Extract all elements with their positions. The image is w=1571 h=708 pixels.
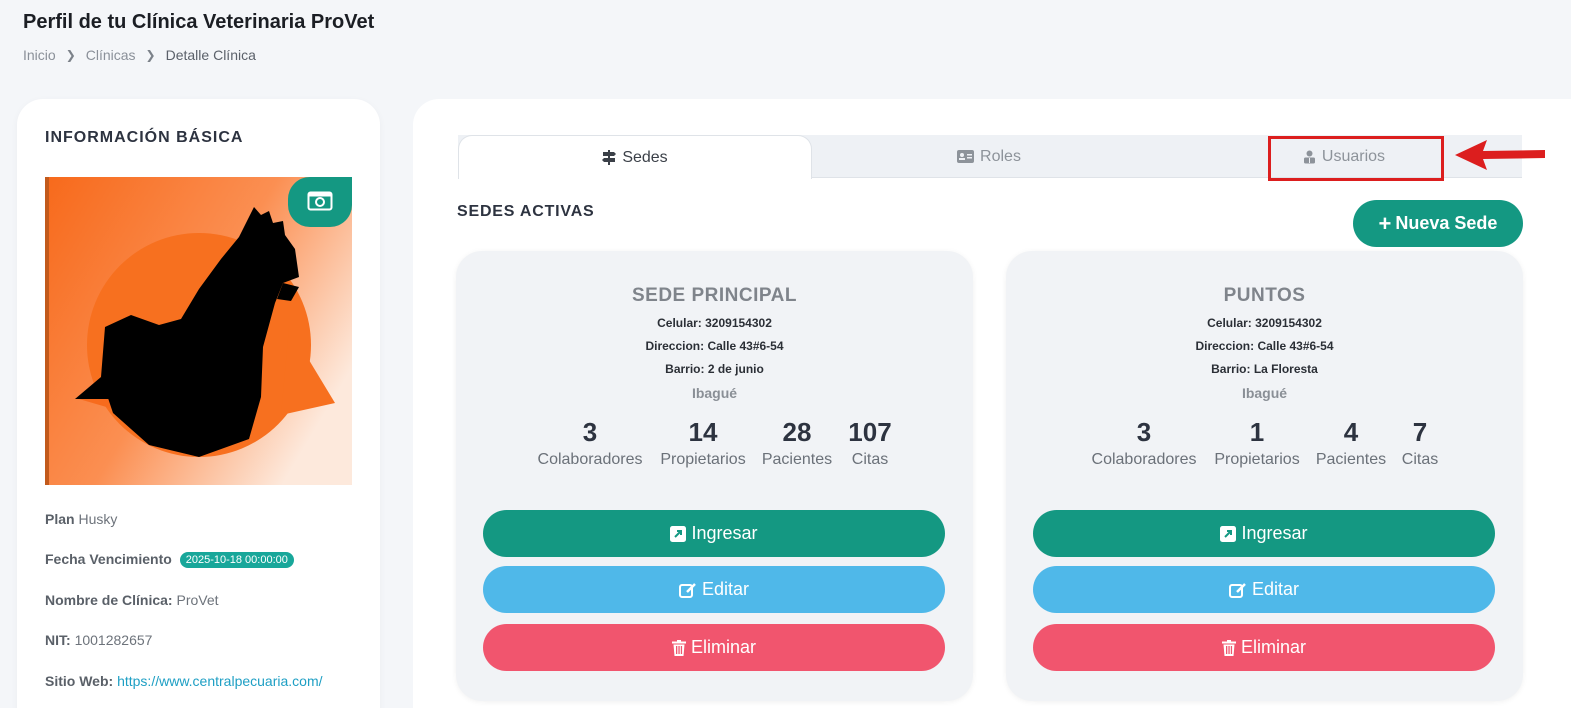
- new-sede-label: Nueva Sede: [1395, 213, 1498, 233]
- page-title: Perfil de tu Clínica Veterinaria ProVet: [23, 11, 375, 33]
- stat-value: 4: [1343, 417, 1359, 447]
- sede-phone: Celular: 3209154302: [1207, 316, 1322, 330]
- enter-button[interactable]: Ingresar: [483, 510, 945, 557]
- stat-value: 1: [1249, 417, 1265, 447]
- enter-label: Ingresar: [1241, 523, 1308, 543]
- plan-label: Plan: [45, 511, 75, 527]
- sede-neighborhood: Barrio: La Floresta: [1211, 362, 1318, 376]
- stat-label: Citas: [1401, 451, 1439, 468]
- enter-button[interactable]: Ingresar: [1033, 510, 1495, 557]
- trash-icon: [1221, 639, 1236, 656]
- stat-appointments: 107 Citas: [842, 417, 898, 469]
- tab-roles[interactable]: Roles: [812, 135, 1166, 178]
- signpost-icon: [602, 150, 617, 165]
- stat-label: Citas: [851, 451, 889, 468]
- stat-patients: 28 Pacientes: [759, 417, 835, 469]
- sede-card: PUNTOS Celular: 3209154302 Direccion: Ca…: [1006, 251, 1523, 701]
- clinic-name-info: Nombre de Clínica: ProVet: [45, 592, 219, 608]
- edit-icon: [678, 582, 697, 598]
- camera-icon: [307, 189, 333, 216]
- stat-label: Pacientes: [761, 451, 833, 468]
- highlight-box: [1268, 136, 1444, 181]
- arrow-left-icon: [1455, 138, 1547, 177]
- sede-name: SEDE PRINCIPAL: [631, 285, 797, 306]
- edit-button[interactable]: Editar: [1033, 566, 1495, 613]
- website-label: Sitio Web:: [45, 673, 114, 689]
- plan-info: Plan Husky: [45, 511, 117, 527]
- plus-icon: +: [1378, 210, 1392, 236]
- stat-label: Propietarios: [1214, 451, 1300, 468]
- website-link[interactable]: https://www.centralpecuaria.com/: [117, 673, 322, 689]
- sede-city: Ibagué: [1241, 385, 1288, 401]
- breadcrumb-clinics[interactable]: Clínicas: [86, 47, 136, 63]
- edit-label: Editar: [1251, 579, 1300, 599]
- website-info: Sitio Web: https://www.centralpecuaria.c…: [45, 673, 323, 689]
- stat-patients: 4 Pacientes: [1313, 417, 1389, 469]
- enter-label: Ingresar: [691, 523, 758, 543]
- stat-collaborators: 3 Colaboradores: [534, 417, 646, 469]
- basic-info-card: INFORMACIÓN BÁSICA Plan Husky Fecha Venc…: [17, 99, 380, 708]
- stat-label: Colaboradores: [537, 451, 643, 468]
- tab-sedes[interactable]: Sedes: [458, 135, 812, 179]
- sede-phone: Celular: 3209154302: [657, 316, 772, 330]
- change-photo-button[interactable]: [288, 177, 352, 227]
- delete-label: Eliminar: [690, 637, 756, 657]
- delete-button[interactable]: Eliminar: [483, 624, 945, 671]
- sede-address: Direccion: Calle 43#6-54: [645, 339, 784, 353]
- stat-appointments: 7 Citas: [1394, 417, 1446, 469]
- plan-value: Husky: [78, 511, 118, 527]
- new-sede-button[interactable]: + Nueva Sede: [1353, 200, 1523, 247]
- clinic-name-label: Nombre de Clínica:: [45, 592, 173, 608]
- basic-info-heading: INFORMACIÓN BÁSICA: [45, 129, 244, 146]
- stat-label: Pacientes: [1315, 451, 1387, 468]
- expiry-info: Fecha Vencimiento 2025-10-18 00:00:00: [45, 551, 294, 568]
- chevron-right-icon: ❯: [145, 48, 156, 62]
- sede-address: Direccion: Calle 43#6-54: [1195, 339, 1334, 353]
- expiry-badge: 2025-10-18 00:00:00: [179, 552, 294, 568]
- stat-value: 107: [848, 417, 892, 447]
- nit-value: 1001282657: [74, 632, 153, 648]
- stat-value: 3: [582, 417, 598, 447]
- breadcrumb-home[interactable]: Inicio: [23, 47, 56, 63]
- id-card-icon: [957, 150, 975, 163]
- stat-value: 14: [688, 417, 718, 447]
- tab-sedes-label: Sedes: [622, 148, 668, 166]
- sede-city: Ibagué: [691, 385, 738, 401]
- stat-label: Colaboradores: [1091, 451, 1197, 468]
- sede-card: SEDE PRINCIPAL Celular: 3209154302 Direc…: [456, 251, 973, 701]
- stat-label: Propietarios: [660, 451, 746, 468]
- stat-owners: 14 Propietarios: [656, 417, 750, 469]
- stat-value: 7: [1412, 417, 1428, 447]
- trash-icon: [671, 639, 686, 656]
- tab-roles-label: Roles: [980, 147, 1021, 165]
- section-title: SEDES ACTIVAS: [457, 203, 595, 220]
- external-link-icon: [1220, 525, 1237, 542]
- stat-collaborators: 3 Colaboradores: [1088, 417, 1200, 469]
- stat-value: 3: [1136, 417, 1152, 447]
- external-link-icon: [670, 525, 687, 542]
- clinic-name-value: ProVet: [176, 592, 219, 608]
- edit-icon: [1228, 582, 1247, 598]
- chevron-right-icon: ❯: [65, 48, 76, 62]
- nit-label: NIT:: [45, 632, 71, 648]
- delete-button[interactable]: Eliminar: [1033, 624, 1495, 671]
- stat-owners: 1 Propietarios: [1210, 417, 1304, 469]
- delete-label: Eliminar: [1240, 637, 1306, 657]
- stat-value: 28: [782, 417, 812, 447]
- breadcrumb-current: Detalle Clínica: [165, 47, 256, 63]
- edit-label: Editar: [701, 579, 750, 599]
- expiry-label: Fecha Vencimiento: [45, 551, 172, 567]
- breadcrumb: Inicio ❯ Clínicas ❯ Detalle Clínica: [23, 47, 256, 63]
- sede-neighborhood: Barrio: 2 de junio: [665, 362, 764, 376]
- nit-info: NIT: 1001282657: [45, 632, 152, 648]
- edit-button[interactable]: Editar: [483, 566, 945, 613]
- sede-name: PUNTOS: [1223, 285, 1306, 306]
